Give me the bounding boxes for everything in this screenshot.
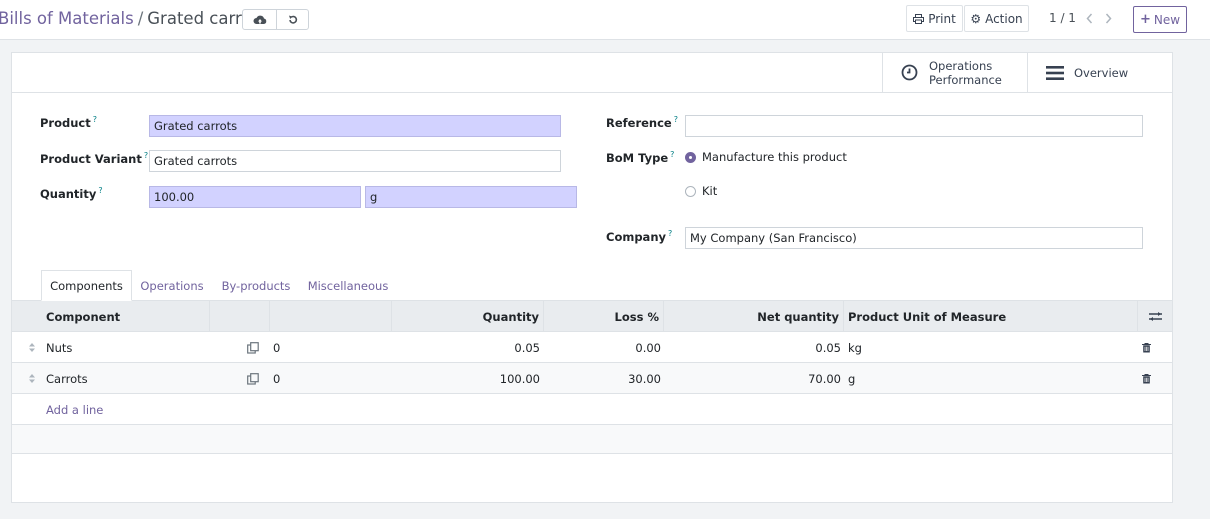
action-label: Action — [985, 11, 1023, 26]
table-footer — [12, 424, 1172, 454]
bom-type-kit-label: Kit — [702, 184, 718, 198]
tab-by-products[interactable]: By-products — [212, 270, 300, 301]
row-net-quantity: 0.05 — [815, 340, 841, 355]
company-field[interactable]: My Company (San Francisco) — [685, 227, 1143, 249]
row-component: Carrots — [46, 371, 88, 386]
new-label: New — [1153, 12, 1181, 27]
row-net-quantity: 70.00 — [808, 371, 841, 386]
optional-columns-toggle[interactable] — [1138, 301, 1172, 332]
control-panel: Bills of Materials / Grated carrots Print … — [0, 0, 1210, 40]
undo-icon — [288, 15, 297, 24]
breadcrumb-separator: / — [137, 9, 144, 28]
drag-handle-icon[interactable] — [28, 332, 40, 363]
print-button[interactable]: Print — [906, 5, 963, 32]
copy-icon[interactable] — [247, 363, 259, 394]
bom-type-manufacture-radio[interactable]: Manufacture this product — [685, 150, 847, 164]
product-field[interactable]: Grated carrots — [149, 115, 561, 137]
row-component: Nuts — [46, 340, 73, 355]
discard-button[interactable] — [276, 9, 309, 30]
radio-checked-icon — [685, 151, 696, 163]
save-button[interactable] — [242, 9, 277, 30]
row-count: 0 — [273, 340, 281, 355]
chevron-right-icon[interactable] — [1102, 10, 1114, 26]
cloud-upload-icon — [253, 15, 266, 24]
product-variant-field[interactable]: Grated carrots — [149, 150, 561, 172]
table-row[interactable]: Carrots 0 100.00 30.00 70.00 g — [12, 363, 1172, 394]
column-quantity[interactable]: Quantity — [392, 301, 544, 332]
pager-value[interactable]: 1 / 1 — [1049, 11, 1076, 25]
notebook-tabs: Components Operations By-products Miscel… — [12, 270, 1172, 301]
breadcrumb: Bills of Materials / Grated carrots — [0, 9, 267, 28]
plus-icon: + — [1139, 12, 1151, 27]
add-line-link[interactable]: Add a line — [46, 403, 103, 417]
column-blank-2 — [270, 301, 392, 332]
clock-icon — [901, 64, 918, 81]
company-label: Company? — [606, 229, 673, 244]
reference-field[interactable] — [685, 115, 1143, 137]
operations-performance-button[interactable]: Operations Performance — [882, 53, 1028, 92]
row-uom: g — [848, 371, 856, 386]
row-loss: 0.00 — [635, 340, 661, 355]
tab-operations[interactable]: Operations — [134, 270, 210, 301]
print-label: Print — [928, 11, 956, 26]
column-loss[interactable]: Loss % — [544, 301, 664, 332]
chevron-left-icon[interactable] — [1083, 10, 1095, 26]
radio-unchecked-icon — [685, 185, 696, 197]
row-loss: 30.00 — [628, 371, 661, 386]
column-uom[interactable]: Product Unit of Measure — [844, 301, 1138, 332]
breadcrumb-parent-link[interactable]: Bills of Materials — [0, 9, 134, 28]
form-sheet: Operations Performance Overview Product?… — [11, 52, 1173, 503]
action-button[interactable]: ⚙ Action — [964, 5, 1029, 32]
tab-miscellaneous[interactable]: Miscellaneous — [302, 270, 394, 301]
copy-icon[interactable] — [247, 332, 259, 363]
row-uom: kg — [848, 340, 862, 355]
new-button[interactable]: + New — [1133, 6, 1187, 33]
product-variant-label: Product Variant? — [40, 151, 149, 166]
overview-label: Overview — [1074, 65, 1129, 80]
column-net-quantity[interactable]: Net quantity — [664, 301, 844, 332]
print-icon — [913, 13, 925, 24]
drag-handle-icon[interactable] — [28, 363, 40, 394]
overview-button[interactable]: Overview — [1027, 53, 1172, 92]
sliders-icon — [1148, 312, 1162, 321]
uom-field[interactable]: g — [365, 186, 577, 208]
button-box: Operations Performance Overview — [12, 53, 1172, 93]
operations-performance-label: Operations Performance — [929, 58, 1002, 87]
bom-type-label: BoM Type? — [606, 150, 675, 165]
row-quantity: 0.05 — [514, 340, 540, 355]
quantity-label: Quantity? — [40, 186, 103, 201]
trash-icon[interactable] — [1142, 332, 1152, 363]
bom-type-manufacture-label: Manufacture this product — [702, 150, 847, 164]
table-row[interactable]: Nuts 0 0.05 0.00 0.05 kg — [12, 332, 1172, 363]
bom-type-kit-radio[interactable]: Kit — [685, 184, 717, 198]
tab-components[interactable]: Components — [41, 270, 132, 301]
trash-icon[interactable] — [1142, 363, 1152, 394]
row-count: 0 — [273, 371, 281, 386]
bars-icon — [1046, 65, 1064, 80]
column-component[interactable]: Component — [12, 301, 210, 332]
table-header: Component Quantity Loss % Net quantity P… — [12, 301, 1172, 332]
gear-icon: ⚙ — [970, 11, 982, 26]
row-quantity: 100.00 — [499, 371, 540, 386]
column-blank-1 — [210, 301, 270, 332]
product-label: Product? — [40, 115, 97, 130]
quantity-field[interactable]: 100.00 — [149, 186, 361, 208]
reference-label: Reference? — [606, 115, 678, 130]
